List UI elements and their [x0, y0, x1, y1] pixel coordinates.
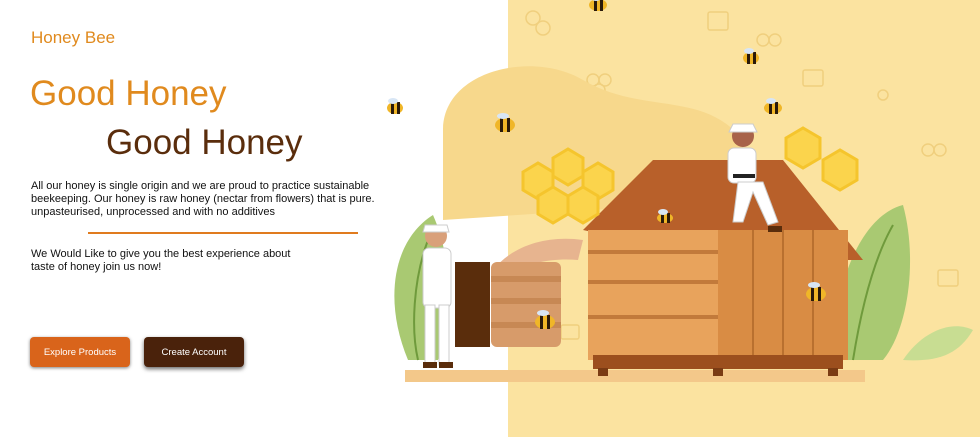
- invite-text: We Would Like to give you the best exper…: [31, 248, 291, 273]
- brand-name: Honey Bee: [31, 28, 116, 47]
- create-account-button[interactable]: Create Account: [144, 337, 244, 367]
- explore-products-button[interactable]: Explore Products: [30, 337, 130, 367]
- divider: [88, 232, 358, 234]
- hero-illustration: [387, 0, 980, 437]
- ground: [405, 370, 865, 382]
- description-text: All our honey is single origin and we ar…: [31, 180, 375, 218]
- headline-secondary: Good Honey: [106, 123, 303, 162]
- headline-primary: Good Honey: [30, 74, 227, 113]
- beekeeper-left: [422, 224, 490, 368]
